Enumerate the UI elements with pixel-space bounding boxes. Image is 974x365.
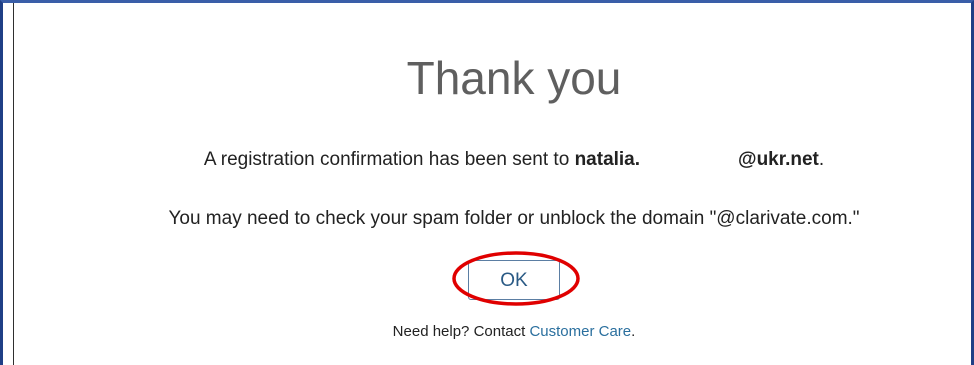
- help-prefix: Need help? Contact: [392, 323, 530, 340]
- spam-notice: You may need to check your spam folder o…: [168, 208, 860, 229]
- email-user: natalia.: [574, 149, 641, 170]
- dialog-title: Thank you: [406, 52, 622, 104]
- thank-you-dialog: Thank you A registration confirmation ha…: [14, 3, 968, 365]
- ok-button[interactable]: OK: [468, 260, 560, 300]
- help-text: Need help? Contact Customer Care.: [14, 323, 974, 340]
- email-domain: @ukr.net: [738, 149, 819, 170]
- confirmation-suffix: .: [818, 149, 825, 170]
- customer-care-link[interactable]: Customer Care: [529, 323, 631, 340]
- confirmation-prefix: A registration confirmation has been sen…: [203, 149, 575, 170]
- help-suffix: .: [631, 323, 636, 340]
- confirmation-message: A registration confirmation has been sen…: [14, 149, 974, 171]
